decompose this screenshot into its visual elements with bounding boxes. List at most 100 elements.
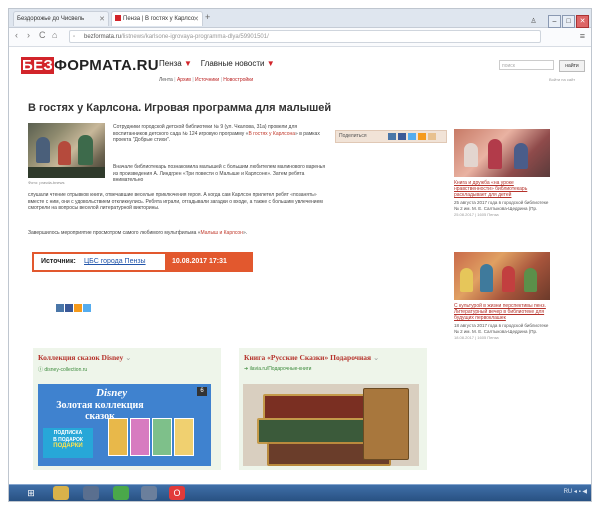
page-content: БЕЗФОРМАТА.RU Пенза ▼ Главные новости ▼ … <box>9 47 591 482</box>
main-news-link[interactable]: Главные новости <box>201 59 265 68</box>
close-window-button[interactable]: ✕ <box>576 15 589 28</box>
twitter-icon[interactable] <box>408 133 416 140</box>
favicon-icon <box>115 15 121 22</box>
subnav-feed[interactable]: Лента <box>159 77 173 83</box>
article-paragraph-1: Сотрудники городской детской библиотеки … <box>113 124 328 144</box>
mail-icon[interactable] <box>428 133 436 140</box>
article-paragraph-2: Вначале библиотекарь познакомила малышей… <box>113 164 326 184</box>
book-cover <box>174 418 194 456</box>
tab-label: Пенза | В гостях у Карлсо <box>123 16 195 22</box>
odnoklassniki-icon[interactable] <box>74 304 82 312</box>
chevron-down-icon: ⌄ <box>125 353 132 362</box>
ad-card-disney[interactable]: Коллекция сказок Disney ⌄ Ⓘ disney-colle… <box>33 348 221 470</box>
sub-nav: Лента | Архив | Источники | Новостройки <box>159 77 254 83</box>
article-paragraph-3: слушали чтение отрывков книги, отвечавши… <box>28 192 323 212</box>
reload-button[interactable]: C <box>39 30 46 40</box>
news-meta: 25.08.2017 | 1605 Пенза <box>454 212 499 217</box>
close-tab-icon[interactable]: ✕ <box>99 12 105 26</box>
odnoklassniki-icon[interactable] <box>418 133 426 140</box>
user-icon[interactable]: ♙ <box>528 16 539 27</box>
ad-image[interactable] <box>243 384 419 466</box>
url-domain: bezformata.ru <box>84 34 122 40</box>
system-tray[interactable]: RU ◂ ▪ ◀ <box>564 488 587 495</box>
article-photo[interactable] <box>28 123 105 178</box>
facebook-icon[interactable] <box>398 133 406 140</box>
news-link[interactable]: Книга и дружба «на уроке нравственности»… <box>454 180 550 198</box>
site-logo[interactable]: БЕЗФОРМАТА.RU <box>21 57 159 74</box>
vk-icon[interactable] <box>56 304 64 312</box>
menu-icon[interactable]: ≡ <box>580 31 585 41</box>
tab-2[interactable]: Пенза | В гостях у Карлсо ✕ <box>111 11 203 26</box>
tab-1[interactable]: Бездорожье до Чисвель ✕ <box>13 11 109 26</box>
navigation-bar: ‹ › C ⌂ ▫ bezformata.ru/listnews/karlsone… <box>9 28 591 47</box>
book-cover <box>130 418 150 456</box>
ad-title[interactable]: Коллекция сказок Disney ⌄ <box>38 353 131 362</box>
browser-window: Бездорожье до Чисвель ✕ Пенза | В гостях… <box>8 8 592 502</box>
news-thumbnail[interactable] <box>454 252 550 300</box>
ad-title-text: Книга «Русские Сказки» Подарочная <box>244 353 372 362</box>
ad-counter: 6 <box>197 387 207 396</box>
taskbar: ⊞ O RU ◂ ▪ ◀ <box>9 484 591 501</box>
share-bar: Поделиться <box>335 130 447 143</box>
home-button[interactable]: ⌂ <box>52 30 57 40</box>
city-selector[interactable]: Пенза <box>159 59 182 68</box>
opera-icon[interactable]: O <box>169 486 185 500</box>
promo-line: ПОДАРКИ <box>53 443 83 449</box>
news-link[interactable]: С культурой в жизни перспективы пенз. Ли… <box>454 303 550 321</box>
ad-image[interactable]: Disney Золотая коллекция сказок ПОДПИСКА… <box>38 384 211 466</box>
ad-title[interactable]: Книга «Русские Сказки» Подарочная ⌄ <box>244 353 379 362</box>
subnav-sources[interactable]: Источники <box>195 77 219 83</box>
ad-card-russian-tales[interactable]: Книга «Русские Сказки» Подарочная ⌄ ➜ il… <box>239 348 427 470</box>
photo-caption: Фото: pravda-bnews <box>28 180 65 185</box>
login-link[interactable]: Войти на сайт <box>549 77 575 82</box>
promo-badge: ПОДПИСКА В ПОДАРОК ПОДАРКИ <box>43 428 93 458</box>
back-button[interactable]: ‹ <box>15 30 18 40</box>
news-meta: 18.08.2017 | 1605 Пенза <box>454 335 499 340</box>
sidebar-news-2[interactable]: С культурой в жизни перспективы пенз. Ли… <box>454 252 550 340</box>
book-shape <box>363 388 409 460</box>
ad-title-text: Коллекция сказок Disney <box>38 353 124 362</box>
subnav-archive[interactable]: Архив <box>177 77 191 83</box>
explorer-icon[interactable] <box>53 486 69 500</box>
source-label: Источник: <box>41 258 76 265</box>
chevron-down-icon: ⌄ <box>373 353 380 362</box>
news-thumbnail[interactable] <box>454 129 550 177</box>
social-buttons <box>56 299 92 317</box>
chevron-down-icon: ▼ <box>266 59 275 68</box>
paragraph-text: ». <box>242 230 248 236</box>
vk-icon[interactable] <box>388 133 396 140</box>
book-shape <box>263 394 377 420</box>
sidebar-news-1[interactable]: Книга и дружба «на уроке нравственности»… <box>454 129 550 217</box>
cartoon-link[interactable]: Малыш и Карлсон <box>201 230 243 236</box>
ad-url[interactable]: ➜ ilavia.ru/Подарочные-книги <box>244 366 311 372</box>
page-icon: ▫ <box>73 34 76 40</box>
chevron-down-icon: ▼ <box>183 59 192 68</box>
ad-url[interactable]: Ⓘ disney-collection.ru <box>38 366 87 373</box>
article-title: В гостях у Карлсона. Игровая программа д… <box>28 102 332 114</box>
maximize-button[interactable]: □ <box>562 15 575 28</box>
app-icon[interactable] <box>141 486 157 500</box>
address-bar[interactable]: ▫ bezformata.ru/listnews/karlsone-igrovay… <box>69 30 541 43</box>
tab-bar: Бездорожье до Чисвель ✕ Пенза | В гостях… <box>9 9 591 28</box>
close-tab-icon[interactable]: ✕ <box>193 12 199 26</box>
paragraph-text: Завершилось мероприятие просмотром самог… <box>28 230 201 236</box>
event-link[interactable]: В гостях у Карлсона <box>248 131 295 137</box>
disney-logo: Disney <box>96 387 128 399</box>
source-link[interactable]: ЦБС города Пензы <box>84 258 146 265</box>
start-button[interactable]: ⊞ <box>23 486 39 500</box>
new-tab-button[interactable]: + <box>205 12 210 22</box>
book-cover <box>108 418 128 456</box>
share-label[interactable]: Поделиться <box>339 132 367 141</box>
forward-button[interactable]: › <box>27 30 30 40</box>
media-icon[interactable] <box>83 486 99 500</box>
chrome-icon[interactable] <box>113 486 129 500</box>
search-button[interactable]: найти <box>559 60 585 72</box>
facebook-icon[interactable] <box>65 304 73 312</box>
top-nav: Пенза ▼ Главные новости ▼ <box>159 59 275 68</box>
window-controls: ♙ – □ ✕ <box>527 10 589 28</box>
search-input[interactable]: поиск <box>499 60 554 70</box>
minimize-button[interactable]: – <box>548 15 561 28</box>
news-excerpt: 25 августа 2017 года в городской библиот… <box>454 200 549 211</box>
subnav-new-buildings[interactable]: Новостройки <box>223 77 253 83</box>
twitter-icon[interactable] <box>83 304 91 312</box>
